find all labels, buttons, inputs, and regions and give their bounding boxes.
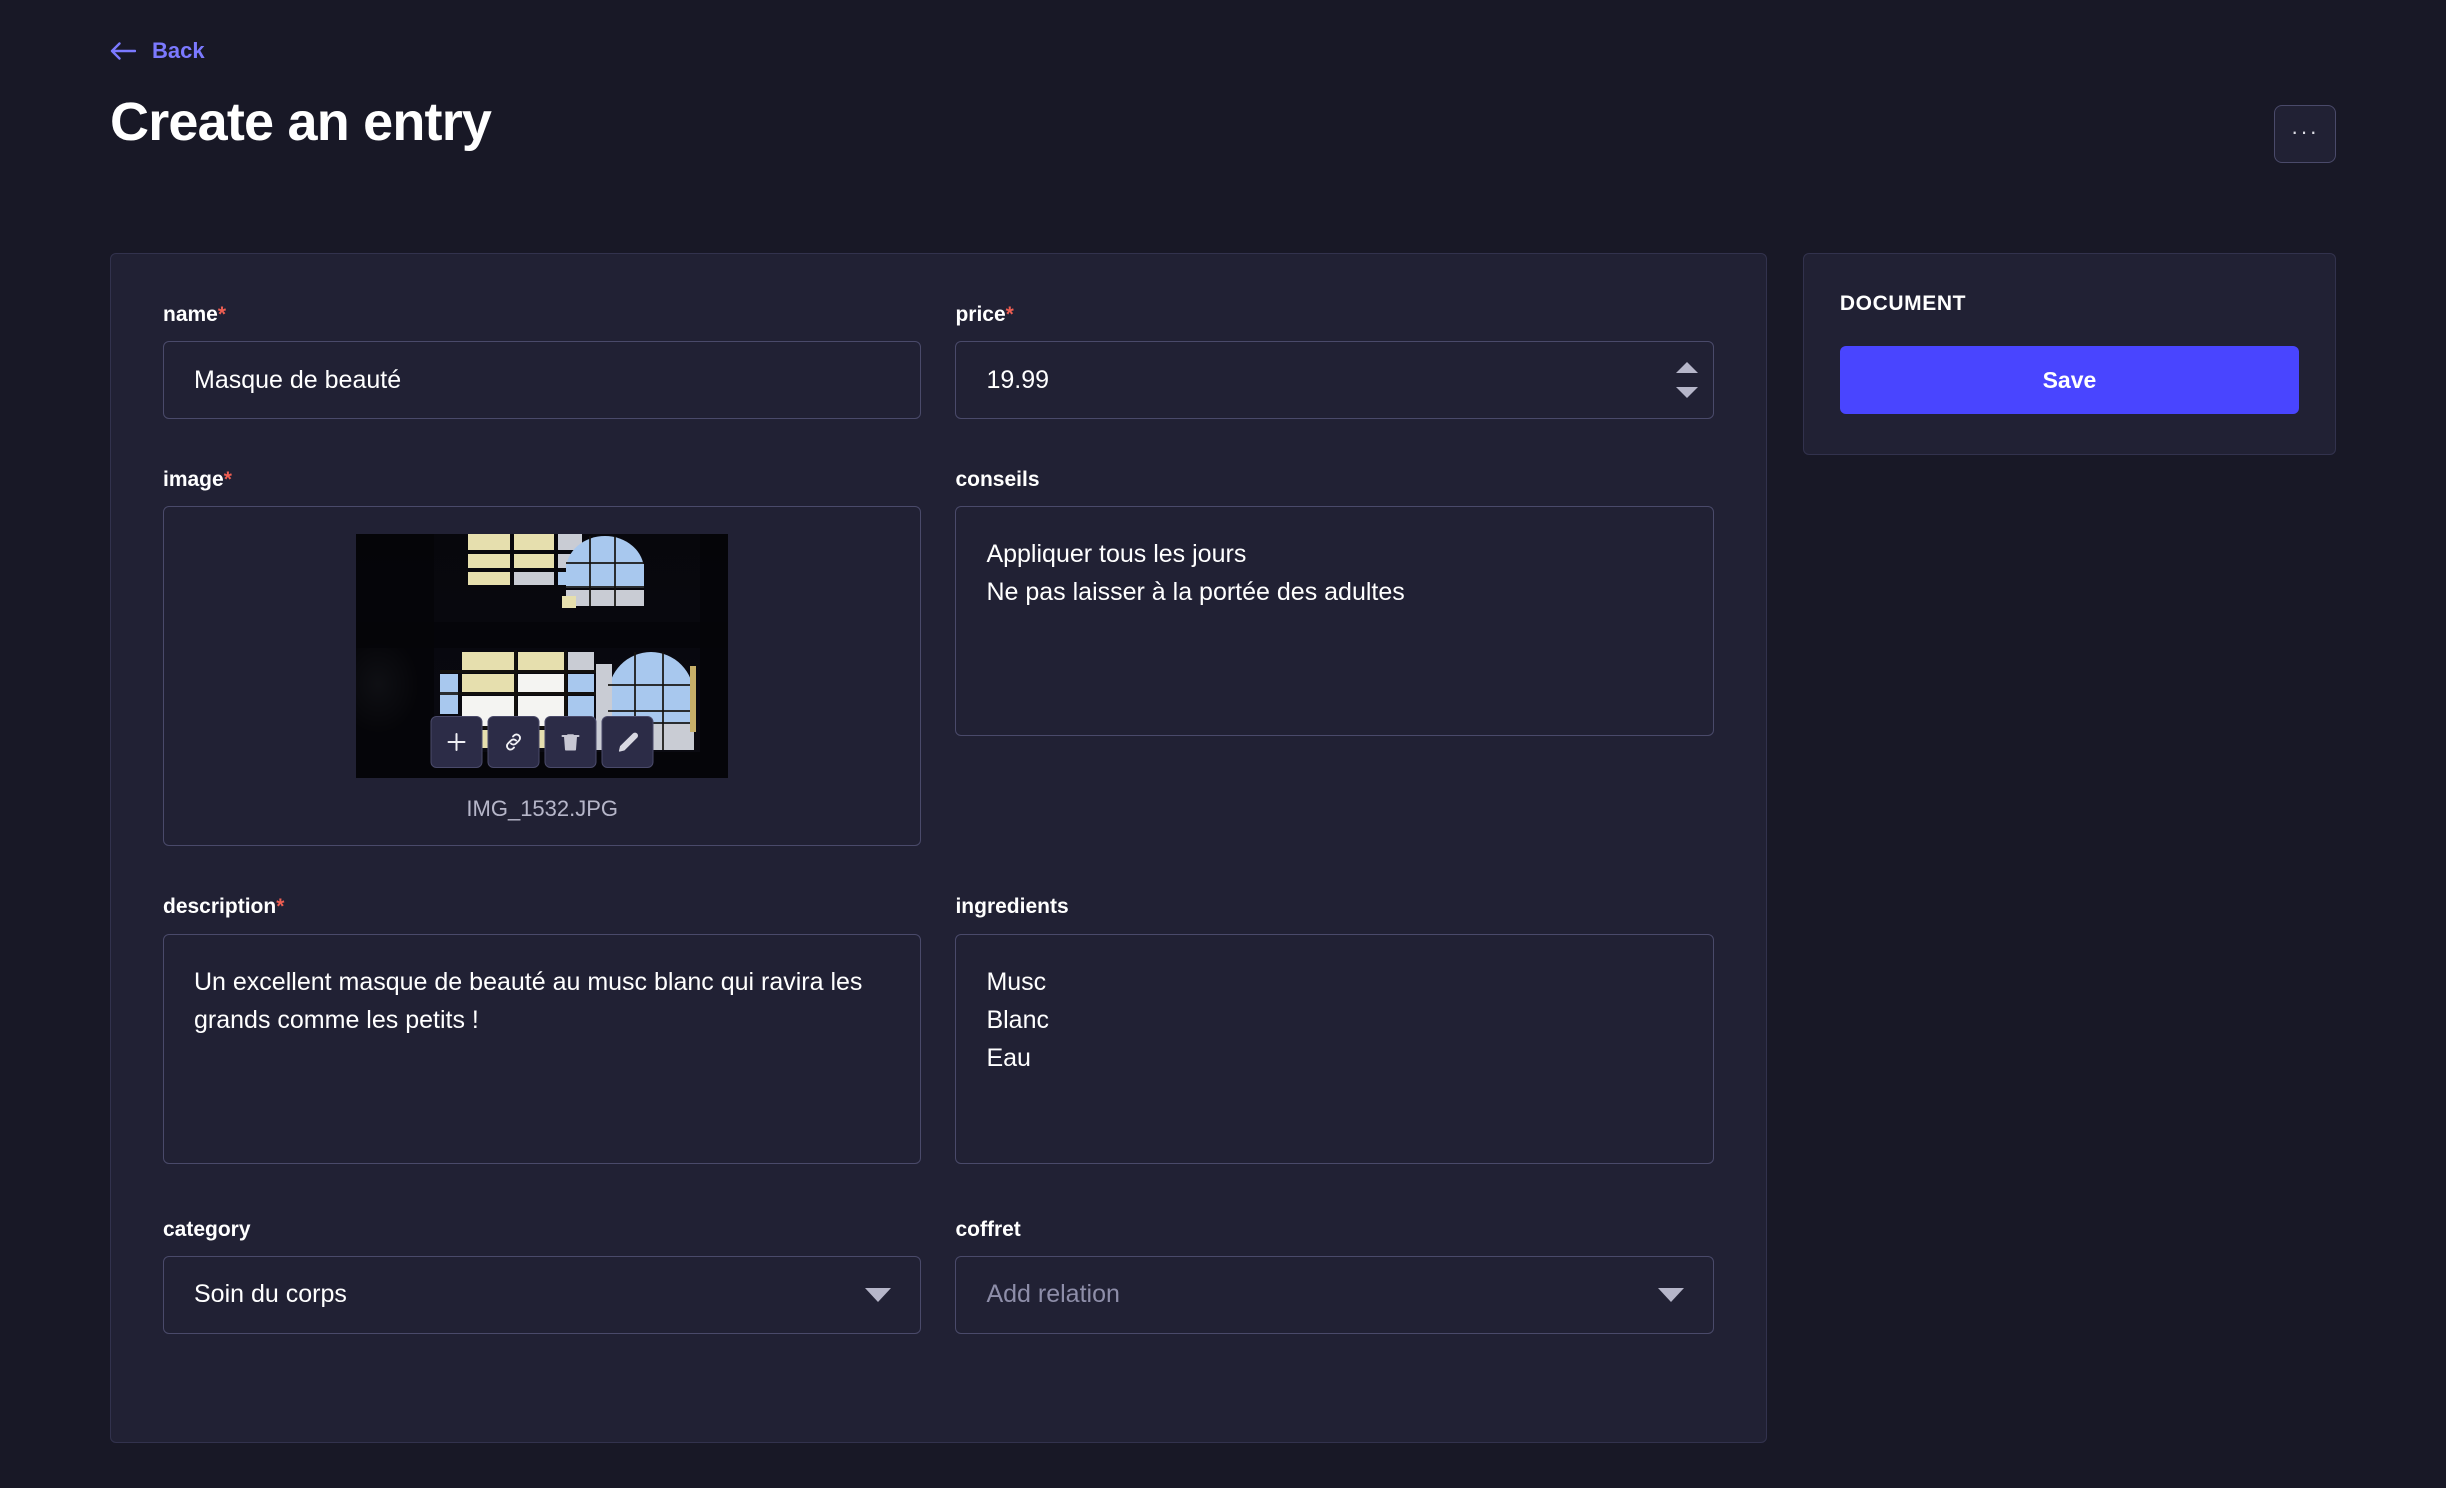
page-title: Create an entry (110, 92, 492, 152)
category-selected-value: Soin du corps (194, 1280, 347, 1309)
price-input-wrapper (955, 341, 1714, 420)
field-image: image* IMG_1532.JPG (163, 467, 922, 847)
field-conseils: conseils Appliquer tous les jours Ne pas… (955, 467, 1714, 846)
page-content: name* price* (0, 163, 2446, 1443)
copy-link-button[interactable] (487, 716, 540, 769)
description-textarea[interactable]: Un excellent masque de beauté au musc bl… (163, 933, 922, 1164)
field-label-name: name* (163, 302, 921, 327)
delete-asset-button[interactable] (544, 716, 597, 769)
image-action-bar (430, 716, 654, 769)
chevron-down-icon[interactable] (1657, 1287, 1684, 1302)
field-label-price: price* (955, 302, 1713, 327)
field-description: description* Un excellent masque de beau… (163, 894, 922, 1168)
more-options-button[interactable]: ··· (2274, 105, 2336, 163)
entry-form-panel: name* price* (110, 253, 1767, 1443)
required-marker: * (217, 303, 227, 326)
conseils-textarea[interactable]: Appliquer tous les jours Ne pas laisser … (955, 506, 1714, 737)
label-text: category (163, 1217, 251, 1241)
label-text: name (163, 303, 218, 326)
category-select-wrapper: Soin du corps (163, 1255, 922, 1334)
add-asset-button[interactable] (430, 716, 483, 769)
required-marker: * (276, 895, 285, 919)
field-label-description: description* (163, 894, 921, 919)
field-label-image: image* (163, 467, 921, 492)
price-stepper[interactable] (1675, 362, 1698, 399)
label-text: price (955, 303, 1006, 326)
field-ingredients: ingredients Musc Blanc Eau (955, 894, 1714, 1168)
caret-up-icon[interactable] (1675, 362, 1698, 374)
edit-asset-button[interactable] (601, 716, 654, 769)
link-icon (502, 730, 526, 754)
label-text: ingredients (955, 895, 1069, 919)
arrow-left-icon (110, 42, 136, 60)
page-header: Back Create an entry ··· (0, 0, 2446, 163)
field-price: price* (955, 302, 1714, 420)
back-link[interactable]: Back (110, 40, 205, 62)
image-file-name: IMG_1532.JPG (466, 796, 619, 822)
label-text: description (163, 895, 277, 919)
title-row: Create an entry ··· (110, 91, 2336, 163)
field-category: category Soin du corps (163, 1217, 922, 1334)
ingredients-textarea[interactable]: Musc Blanc Eau (955, 933, 1714, 1164)
label-text: image (163, 468, 224, 492)
field-name: name* (163, 302, 922, 420)
price-input[interactable] (955, 341, 1714, 420)
field-label-conseils: conseils (955, 467, 1713, 492)
trash-icon (559, 730, 583, 754)
category-select[interactable]: Soin du corps (163, 1255, 922, 1334)
field-label-category: category (163, 1217, 921, 1242)
ellipsis-icon: ··· (2291, 118, 2319, 144)
name-input[interactable] (163, 341, 922, 420)
required-marker: * (223, 468, 232, 492)
label-text: conseils (955, 468, 1040, 492)
field-label-coffret: coffret (955, 1217, 1713, 1242)
page-root: Back Create an entry ··· name* Masque de… (0, 0, 2446, 1488)
coffret-placeholder: Add relation (986, 1280, 1120, 1309)
save-button[interactable]: Save (1839, 346, 2299, 414)
coffret-select-wrapper: Add relation (955, 1255, 1714, 1334)
label-text: coffret (955, 1217, 1021, 1241)
document-panel: DOCUMENT Save (1802, 253, 2336, 455)
required-marker: * (1005, 303, 1014, 326)
field-coffret: coffret Add relation (955, 1217, 1714, 1334)
back-label: Back (152, 38, 205, 63)
image-upload-box[interactable]: IMG_1532.JPG (163, 506, 922, 847)
form-grid: name* price* (163, 302, 1714, 1334)
coffret-select[interactable]: Add relation (955, 1255, 1714, 1334)
caret-down-icon[interactable] (1675, 387, 1698, 399)
pencil-icon (616, 730, 640, 754)
chevron-down-icon[interactable] (865, 1287, 892, 1302)
document-panel-title: DOCUMENT (1839, 292, 1967, 315)
plus-icon (445, 730, 469, 754)
image-thumbnail[interactable] (356, 534, 729, 779)
field-label-ingredients: ingredients (955, 894, 1713, 919)
